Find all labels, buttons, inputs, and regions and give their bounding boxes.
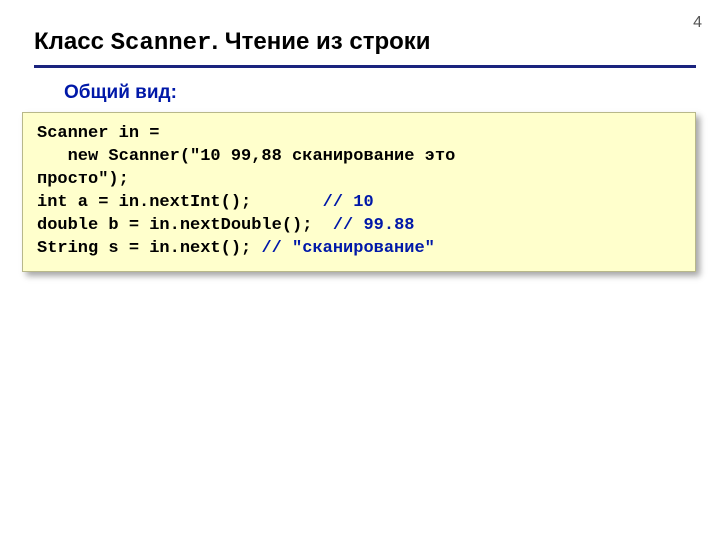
code-l5-comment: // 99.88 [333,216,415,235]
code-l6-comment: // "сканирование" [261,239,434,258]
title-post: . Чтение из строки [211,28,430,55]
subtitle: Общий вид: [64,82,696,104]
code-l4-comment: // 10 [323,193,374,212]
code-block: Scanner in = new Scanner("10 99,88 скани… [22,112,696,272]
page-number: 4 [693,14,702,32]
code-l3: просто"); [37,170,129,189]
code-l1: Scanner in = [37,124,170,143]
title-pre: Класс [34,28,111,55]
slide-title: Класс Scanner. Чтение из строки [34,28,696,68]
code-l4a: int a = in.nextInt(); [37,193,323,212]
title-mono: Scanner [111,30,212,57]
code-l2: new Scanner("10 99,88 сканирование это [37,147,455,166]
code-l6a: String s = in.next(); [37,239,261,258]
code-l5a: double b = in.nextDouble(); [37,216,333,235]
